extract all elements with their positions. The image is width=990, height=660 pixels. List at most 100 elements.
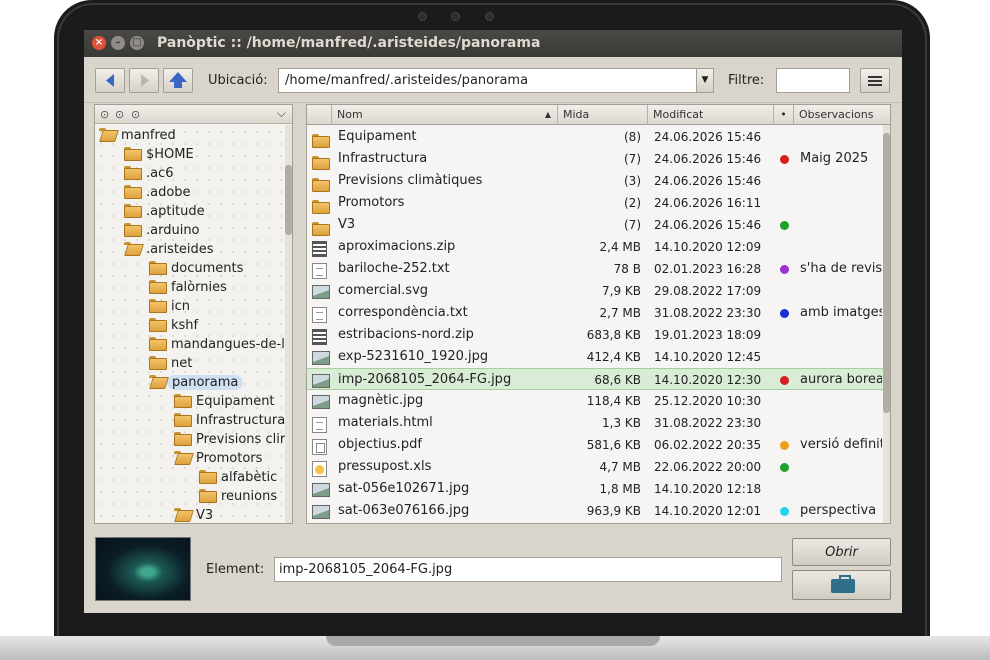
tree-item[interactable]: .aristeides xyxy=(124,240,214,259)
file-modified: 06.02.2022 20:35 xyxy=(654,438,762,452)
up-button[interactable] xyxy=(163,68,193,93)
file-row[interactable]: aproximacions.zip 2,4 MB 14.10.2020 12:09 xyxy=(307,236,885,258)
folder-icon xyxy=(312,156,330,170)
tree-option-icon[interactable]: ⊙ xyxy=(100,108,109,121)
file-modified: 24.06.2026 15:46 xyxy=(654,218,762,232)
tree-item[interactable]: $HOME xyxy=(124,145,194,164)
tree-item[interactable]: kshf xyxy=(149,316,198,335)
file-row[interactable]: Previsions climàtiques (3) 24.06.2026 15:4… xyxy=(307,170,885,192)
column-header-size[interactable]: Mida xyxy=(558,105,648,125)
file-note: amb imatges xyxy=(800,305,882,320)
tree-item[interactable]: Infrastructura xyxy=(174,411,285,430)
file-name: magnètic.jpg xyxy=(338,393,424,408)
file-row[interactable]: Promotors (2) 24.06.2026 16:11 xyxy=(307,192,885,214)
file-row[interactable]: exp-5231610_1920.jpg 412,4 KB 14.10.2020 1… xyxy=(307,346,885,368)
tree-option-icon[interactable]: ⊙ xyxy=(131,108,140,121)
back-button[interactable] xyxy=(95,68,125,93)
tree-item-label: mandangues-de-la xyxy=(171,337,293,352)
maximize-button[interactable]: □ xyxy=(130,36,144,50)
forward-button[interactable] xyxy=(129,68,159,93)
column-header-notes[interactable]: Observacions xyxy=(794,105,890,125)
color-tag-dot xyxy=(780,376,789,385)
open-button[interactable]: Obrir xyxy=(792,538,891,566)
file-name: materials.html xyxy=(338,415,433,430)
file-row[interactable]: magnètic.jpg 118,4 KB 25.12.2020 10:30 xyxy=(307,390,885,412)
file-size: 7,9 KB xyxy=(602,284,641,298)
tree-item[interactable]: .ac6 xyxy=(124,164,174,183)
color-tag-dot xyxy=(780,507,789,516)
tree-item[interactable]: icn xyxy=(149,297,190,316)
column-header-name[interactable]: Nom ▲ xyxy=(332,105,558,125)
tree-item-label: kshf xyxy=(171,318,199,333)
spreadsheet-icon xyxy=(312,461,327,477)
scrollbar-thumb[interactable] xyxy=(285,165,292,235)
folder-icon xyxy=(312,200,330,214)
tree-item[interactable]: manfred xyxy=(99,126,176,145)
location-dropdown-button[interactable]: ▼ xyxy=(696,69,713,92)
file-name: aproximacions.zip xyxy=(338,239,456,254)
scrollbar-thumb[interactable] xyxy=(883,133,890,413)
file-note: Maig 2025 xyxy=(800,151,869,166)
file-size: 2,4 MB xyxy=(599,240,641,254)
tree-item[interactable]: Equipament xyxy=(174,392,275,411)
tree-item-label: .adobe xyxy=(146,185,191,200)
text-file-icon xyxy=(312,307,327,323)
folder-icon xyxy=(124,204,142,218)
file-row[interactable]: Equipament (8) 24.06.2026 15:46 xyxy=(307,126,885,148)
tree-option-icon[interactable]: ⊙ xyxy=(115,108,124,121)
file-row[interactable]: pressupost.xls 4,7 MB 22.06.2022 20:00 xyxy=(307,456,885,478)
file-name: Equipament xyxy=(338,129,417,144)
file-row[interactable]: sat-063e076166.jpg 963,9 KB 14.10.2020 12:… xyxy=(307,500,885,522)
close-button[interactable]: × xyxy=(92,36,106,50)
file-row[interactable]: sat-056e102671.jpg 1,8 MB 14.10.2020 12:18 xyxy=(307,478,885,500)
tree-item-label: Equipament xyxy=(196,394,275,409)
tree-item[interactable]: Previsions clir xyxy=(174,430,285,449)
file-name: pressupost.xls xyxy=(338,459,432,474)
column-header-modified[interactable]: Modificat xyxy=(648,105,774,125)
tree-item[interactable]: documents xyxy=(149,259,243,278)
file-row[interactable]: comercial.svg 7,9 KB 29.08.2022 17:09 xyxy=(307,280,885,302)
tree-item[interactable]: falòrnies xyxy=(149,278,227,297)
tree-item[interactable]: .aptitude xyxy=(124,202,205,221)
file-row[interactable]: bariloche-252.txt 78 B 02.01.2023 16:28 s'h… xyxy=(307,258,885,280)
file-row[interactable]: objectius.pdf 581,6 KB 06.02.2022 20:35 ver… xyxy=(307,434,885,456)
tree-item-label: reunions xyxy=(221,489,278,504)
up-arrow-icon xyxy=(169,72,187,88)
file-modified: 14.10.2020 12:01 xyxy=(654,504,762,518)
menu-button[interactable] xyxy=(860,68,890,93)
tree-item[interactable]: panorama xyxy=(149,373,244,392)
camera-icon xyxy=(418,12,427,21)
folder-icon xyxy=(124,166,142,180)
file-row[interactable]: V3 (7) 24.06.2026 15:46 xyxy=(307,214,885,236)
folder-icon xyxy=(149,261,167,275)
tree-item[interactable]: .arduino xyxy=(124,221,200,240)
location-input[interactable]: /home/manfred/.aristeides/panorama xyxy=(278,68,714,93)
tree-item-label: .aristeides xyxy=(146,242,214,257)
element-input[interactable]: imp-2068105_2064-FG.jpg xyxy=(274,557,782,582)
file-row[interactable]: estribacions-nord.zip 683,8 KB 19.01.2023 … xyxy=(307,324,885,346)
filter-input[interactable] xyxy=(776,68,850,93)
tree-item[interactable]: alfabètic xyxy=(199,468,277,487)
minimize-button[interactable]: – xyxy=(111,36,125,50)
file-row[interactable]: materials.html 1,3 KB 31.08.2022 23:30 xyxy=(307,412,885,434)
tree-item[interactable]: mandangues-de-la xyxy=(149,335,293,354)
tree-item[interactable]: .adobe xyxy=(124,183,191,202)
tree-item[interactable]: reunions xyxy=(199,487,277,506)
briefcase-button[interactable] xyxy=(792,570,891,600)
tree-item[interactable]: V3 xyxy=(174,506,213,523)
tree-item[interactable]: Promotors xyxy=(174,449,262,468)
folder-tree-pane: ⊙ ⊙ ⊙ ⌵ manfred $HOME .ac6 .adobe .aptitude.… xyxy=(94,104,293,524)
column-header-mark[interactable]: • xyxy=(774,105,794,125)
tree-item-label: .aptitude xyxy=(146,204,205,219)
file-row[interactable]: correspondència.txt 2,7 MB 31.08.2022 23:3… xyxy=(307,302,885,324)
tree-item[interactable]: net xyxy=(149,354,192,373)
location-label: Ubicació: xyxy=(208,73,268,88)
file-row[interactable]: imp-2068105_2064-FG.jpg 68,6 KB 14.10.2020… xyxy=(307,368,885,390)
chevron-down-icon[interactable]: ⌵ xyxy=(277,106,286,121)
file-row[interactable]: Infrastructura (7) 24.06.2026 15:46 Maig 20… xyxy=(307,148,885,170)
tree-scrollbar[interactable] xyxy=(285,125,292,523)
file-list-scrollbar[interactable] xyxy=(883,125,890,523)
tree-item-label: Promotors xyxy=(196,451,263,466)
text-file-icon xyxy=(312,417,327,433)
file-size: 412,4 KB xyxy=(586,350,641,364)
